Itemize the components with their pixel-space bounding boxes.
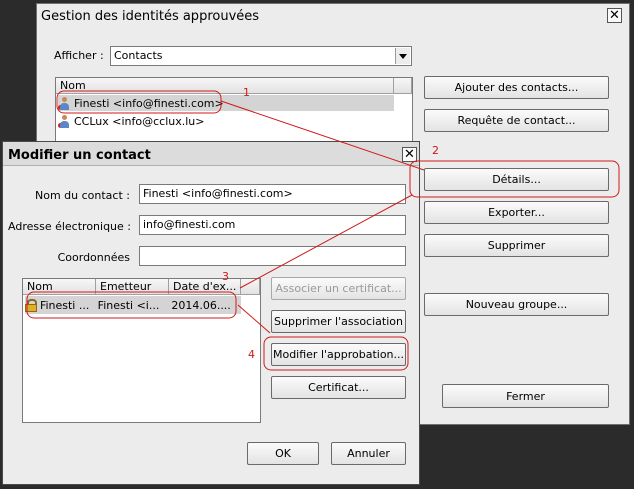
annotation-highlight-contact [56,90,222,114]
annotation-arrow-3-4 [237,304,271,334]
annotation-overlay [26,90,620,371]
annotation-arrow-1-2 [220,100,425,171]
annotation-step-4: 4 [248,348,255,361]
annotation-step-2: 2 [432,144,439,157]
annotation-step-1: 1 [243,86,250,99]
annotation-arrow-2-3 [239,194,413,289]
annotation-highlight-modify [263,336,409,371]
annotation-highlight-details [409,160,620,198]
annotation-step-3: 3 [222,270,229,283]
annotation-highlight-cert-row [26,291,237,319]
